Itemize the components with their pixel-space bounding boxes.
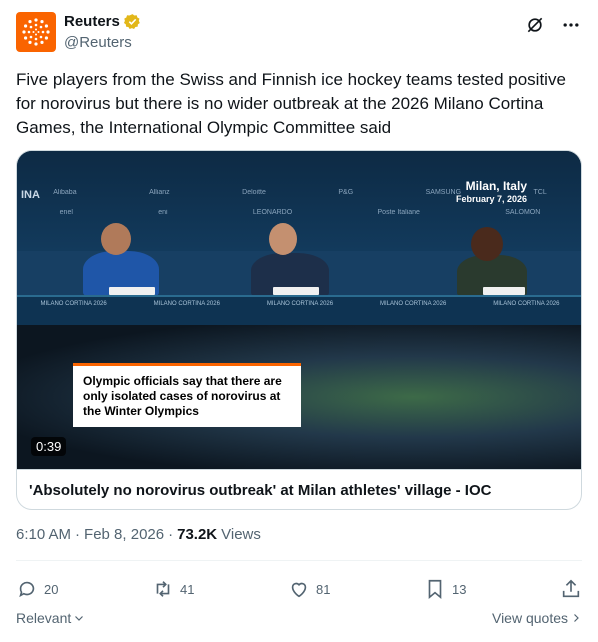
heart-icon (291, 582, 307, 598)
view-quotes-label: View quotes (491, 610, 568, 626)
share-icon (562, 579, 580, 598)
share-button[interactable] (560, 578, 582, 600)
location-date: February 7, 2026 (455, 194, 527, 204)
repost-button[interactable]: 41 (152, 578, 194, 600)
tweet-meta: 6:10 AM · Feb 8, 2026 · 73.2K Views (16, 526, 261, 543)
repost-icon (156, 581, 170, 597)
reuters-avatar[interactable] (16, 12, 56, 52)
tweet-date[interactable]: Feb 8, 2026 (84, 526, 164, 543)
views-count: 73.2K (177, 526, 218, 543)
display-name[interactable]: Reuters (64, 13, 120, 30)
relevant-label: Relevant (16, 610, 72, 626)
speaker-center-head (269, 223, 297, 255)
reply-icon (19, 581, 35, 598)
video-caption: Olympic officials say that there are onl… (73, 363, 301, 427)
location-city: Milan, Italy (465, 179, 527, 193)
reply-button[interactable]: 20 (16, 578, 58, 600)
handle[interactable]: @Reuters (64, 34, 132, 51)
bookmark-button[interactable]: 13 (424, 578, 466, 600)
divider (16, 560, 582, 561)
name-card (109, 287, 155, 295)
name-card (273, 287, 319, 295)
tweet-text: Five players from the Swiss and Finnish … (16, 70, 566, 137)
tweet-time[interactable]: 6:10 AM (16, 526, 71, 543)
press-table (17, 295, 581, 325)
meta-separator: · (168, 526, 174, 543)
chevron-right-icon (574, 614, 579, 622)
sort-relevant-dropdown[interactable]: Relevant (16, 610, 85, 626)
repost-count: 41 (180, 581, 195, 597)
like-button[interactable]: 81 (288, 578, 330, 600)
location-overlay: Milan, Italy February 7, 2026 (456, 179, 527, 205)
video-player[interactable]: INA Alibaba Allianz Deloitte P&G SAMSUNG… (17, 151, 581, 469)
meta-separator: · (75, 526, 81, 543)
like-count: 81 (316, 581, 331, 597)
more-options-icon[interactable] (560, 14, 582, 36)
speaker-left-head (101, 223, 131, 255)
view-quotes-link[interactable]: View quotes (492, 610, 582, 626)
bookmark-count: 13 (452, 581, 467, 597)
caption-text: Olympic officials say that there are onl… (83, 374, 282, 418)
tweet-header: Reuters @Reuters (16, 12, 582, 56)
replies-footer: Relevant View quotes (16, 610, 582, 626)
video-duration: 0:39 (31, 437, 67, 456)
views-label: Views (221, 526, 261, 543)
bookmark-icon (428, 579, 442, 600)
sponsor-row-mid: enel eni LEONARDO Poste Italiane SALOMON (59, 209, 541, 216)
reuters-logo-icon (22, 18, 50, 46)
reply-count: 20 (44, 581, 59, 597)
table-logos: MILANO CORTINA 2026 MILANO CORTINA 2026 … (40, 301, 560, 307)
chevron-down-icon (75, 616, 84, 621)
grok-icon[interactable] (524, 14, 546, 36)
verified-badge-icon[interactable] (123, 13, 141, 30)
video-card[interactable]: INA Alibaba Allianz Deloitte P&G SAMSUNG… (16, 150, 582, 510)
card-title[interactable]: 'Absolutely no norovirus outbreak' at Mi… (17, 469, 581, 509)
speaker-right-head (471, 227, 503, 261)
action-bar: 20 41 81 13 (16, 574, 582, 604)
name-card (483, 287, 525, 295)
